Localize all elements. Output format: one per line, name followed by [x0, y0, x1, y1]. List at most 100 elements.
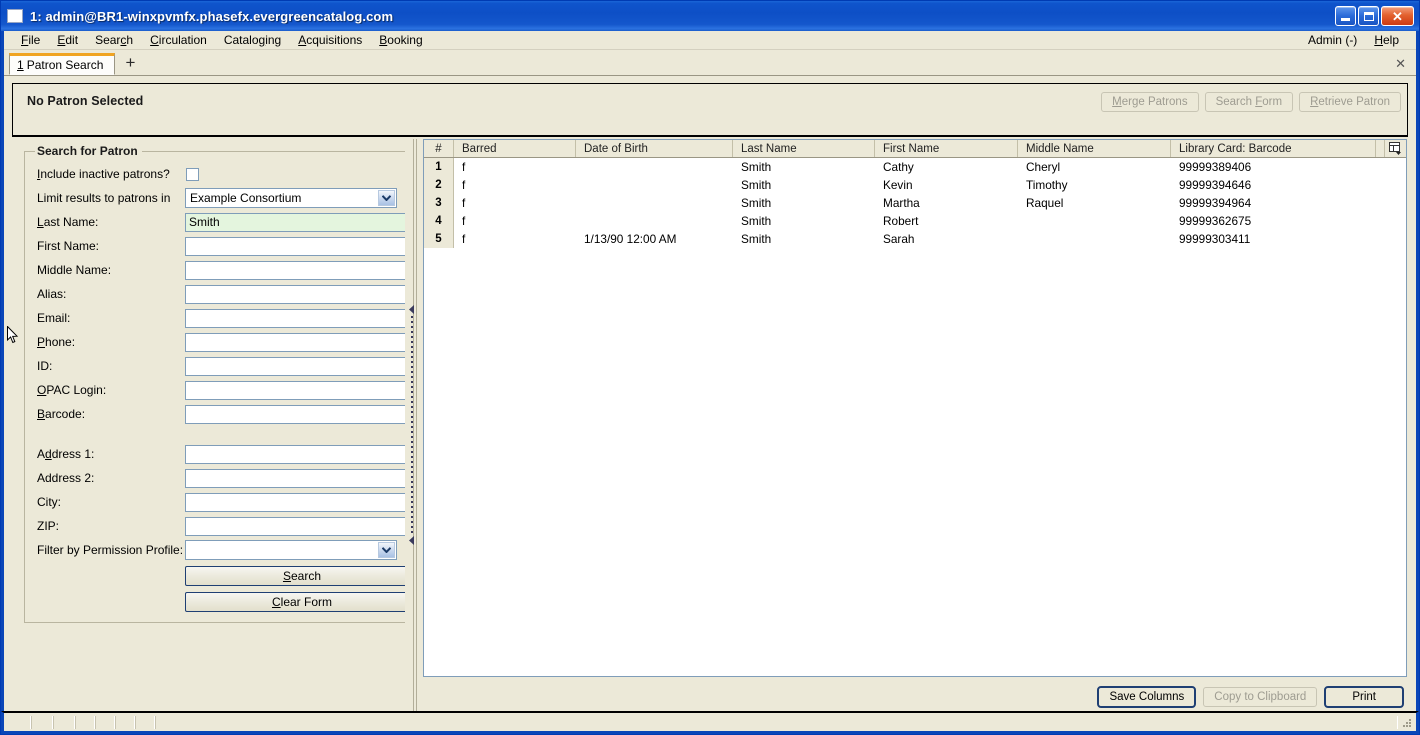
- search-form-button[interactable]: Search Form: [1204, 92, 1294, 112]
- client-area: File Edit Search Circulation Cataloging …: [1, 31, 1419, 711]
- pane-splitter[interactable]: [405, 139, 423, 711]
- middle-name-input[interactable]: [185, 260, 405, 280]
- first-name-input[interactable]: [185, 236, 405, 256]
- column-header-middle-name[interactable]: Middle Name: [1018, 140, 1171, 157]
- search-form-legend: Search for Patron: [37, 144, 138, 158]
- limit-results-value: Example Consortium: [190, 191, 302, 205]
- tab-patron-search[interactable]: 1 Patron Search: [9, 53, 116, 75]
- table-row[interactable]: 3 f Smith Martha Raquel 99999394964: [424, 194, 1406, 212]
- opac-login-input[interactable]: [185, 380, 405, 400]
- menu-file[interactable]: File: [13, 31, 49, 49]
- row-number: 3: [424, 194, 454, 212]
- cell-first: Martha: [883, 196, 920, 210]
- row-number: 1: [424, 158, 454, 176]
- column-header-first-name[interactable]: First Name: [875, 140, 1018, 157]
- menu-search[interactable]: Search: [87, 31, 142, 49]
- email-label: Email:: [37, 311, 71, 325]
- last-name-input[interactable]: [185, 212, 405, 232]
- close-tab-icon[interactable]: ✕: [1395, 56, 1406, 72]
- cell-dob: [576, 158, 733, 176]
- results-footer: Save Columns Copy to Clipboard Print: [423, 677, 1407, 711]
- cell-first: Sarah: [883, 232, 915, 246]
- menu-admin[interactable]: Admin (-): [1300, 31, 1366, 49]
- status-cell: [115, 716, 135, 729]
- grid-header-row: # Barred Date of Birth Last Name First N…: [424, 140, 1406, 158]
- copy-to-clipboard-button[interactable]: Copy to Clipboard: [1203, 687, 1318, 707]
- limit-results-select[interactable]: Example Consortium: [185, 188, 397, 208]
- barcode-label: Barcode:: [37, 407, 86, 421]
- splitter-grip[interactable]: [408, 305, 415, 545]
- print-button[interactable]: Print: [1324, 686, 1404, 708]
- menu-acquisitions[interactable]: Acquisitions: [290, 31, 371, 49]
- row-opac-login: OPAC Login:: [35, 378, 405, 402]
- menu-circulation[interactable]: Circulation: [142, 31, 216, 49]
- phone-label: Phone:: [37, 335, 76, 349]
- new-tab-button[interactable]: +: [119, 52, 141, 74]
- middle-name-label: Middle Name:: [37, 263, 112, 277]
- alias-input[interactable]: [185, 284, 405, 304]
- clear-form-button[interactable]: Clear Form: [185, 592, 405, 612]
- title-bar[interactable]: 1: admin@BR1-winxpvmfx.phasefx.evergreen…: [1, 1, 1419, 31]
- zip-label: ZIP:: [37, 519, 60, 533]
- table-row[interactable]: 4 f Smith Robert 99999362675: [424, 212, 1406, 230]
- column-header-num[interactable]: #: [424, 140, 454, 157]
- include-inactive-checkbox[interactable]: [186, 167, 199, 181]
- collapse-left-icon[interactable]: [408, 305, 415, 314]
- merge-patrons-button[interactable]: Merge Patrons: [1101, 92, 1199, 112]
- column-header-library-card-barcode[interactable]: Library Card: Barcode: [1171, 140, 1376, 157]
- table-row[interactable]: 5 f 1/13/90 12:00 AM Smith Sarah 99999303411: [424, 230, 1406, 248]
- patron-summary-bar: No Patron Selected Merge Patrons Search …: [12, 83, 1408, 137]
- close-button[interactable]: ✕: [1381, 6, 1414, 26]
- status-cell: [31, 716, 53, 729]
- column-header-barred[interactable]: Barred: [454, 140, 576, 157]
- collapse-left-icon-2[interactable]: [408, 536, 415, 545]
- cell-barcode: 99999362675: [1179, 214, 1252, 228]
- retrieve-patron-button[interactable]: Retrieve Patron: [1299, 92, 1401, 112]
- menu-booking[interactable]: Booking: [371, 31, 431, 49]
- column-header-date-of-birth[interactable]: Date of Birth: [576, 140, 733, 157]
- tab-strip: 1 Patron Search + ✕: [4, 50, 1416, 76]
- cell-middle: [1018, 212, 1171, 230]
- table-row[interactable]: 2 f Smith Kevin Timothy 99999394646: [424, 176, 1406, 194]
- maximize-button[interactable]: [1358, 6, 1379, 26]
- zip-input[interactable]: [185, 516, 405, 536]
- row-limit-results: Limit results to patrons in Example Cons…: [35, 186, 405, 210]
- cell-middle: Timothy: [1026, 178, 1068, 192]
- row-barcode: Barcode:: [35, 402, 405, 426]
- barcode-input[interactable]: [185, 404, 405, 424]
- last-name-label: Last Name:: [37, 215, 99, 229]
- id-input[interactable]: [185, 356, 405, 376]
- menu-edit[interactable]: Edit: [49, 31, 87, 49]
- menu-help[interactable]: Help: [1366, 31, 1408, 49]
- address-1-input[interactable]: [185, 444, 405, 464]
- status-cell-message: [155, 716, 1398, 729]
- menu-cataloging[interactable]: Cataloging: [216, 31, 290, 49]
- permission-profile-select[interactable]: [185, 540, 397, 560]
- alias-label: Alias:: [37, 287, 67, 301]
- row-include-inactive: Include inactive patrons?: [35, 162, 405, 186]
- limit-results-label: Limit results to patrons in: [37, 191, 171, 205]
- cell-barcode: 99999394646: [1179, 178, 1252, 192]
- status-cell: [75, 716, 95, 729]
- status-cell: [6, 716, 31, 729]
- save-columns-button[interactable]: Save Columns: [1097, 686, 1197, 708]
- phone-input[interactable]: [185, 332, 405, 352]
- city-input[interactable]: [185, 492, 405, 512]
- row-phone: Phone:: [35, 330, 405, 354]
- id-label: ID:: [37, 359, 53, 373]
- split-container: Search for Patron Include inactive patro…: [12, 137, 1408, 711]
- column-header-last-name[interactable]: Last Name: [733, 140, 875, 157]
- app-icon: [7, 9, 23, 23]
- row-permission-profile: Filter by Permission Profile:: [35, 538, 405, 562]
- resize-grip-icon[interactable]: [1398, 716, 1414, 729]
- column-picker-icon[interactable]: [1384, 140, 1406, 157]
- table-row[interactable]: 1 f Smith Cathy Cheryl 99999389406: [424, 158, 1406, 176]
- cell-middle: Raquel: [1026, 196, 1064, 210]
- results-pane: # Barred Date of Birth Last Name First N…: [423, 139, 1408, 711]
- minimize-button[interactable]: [1335, 6, 1356, 26]
- address-2-input[interactable]: [185, 468, 405, 488]
- row-zip: ZIP:: [35, 514, 405, 538]
- search-button[interactable]: Search: [185, 566, 405, 586]
- email-input[interactable]: [185, 308, 405, 328]
- row-number: 4: [424, 212, 454, 230]
